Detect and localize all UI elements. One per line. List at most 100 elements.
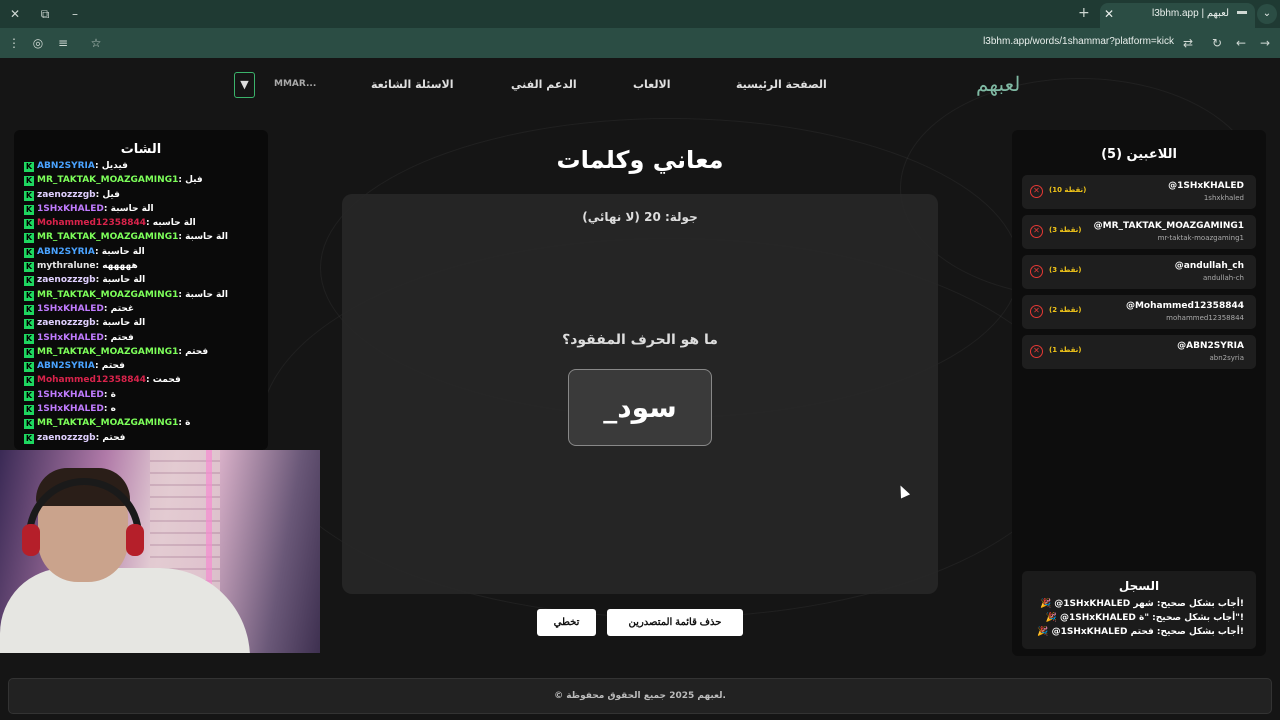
log-entry: 🎉 @1SHxKHALED أجاب بشكل صحيح: "ة"!	[1045, 613, 1244, 623]
player-score: (10 نقطة)	[1049, 186, 1087, 194]
chat-username[interactable]: zaenozzzgb	[37, 275, 96, 285]
user-name[interactable]: MMAR...	[274, 79, 316, 89]
chat-message: K MR_TAKTAK_MOAZGAMING1: فيل	[24, 175, 203, 187]
new-tab-button[interactable]: +	[1078, 5, 1090, 21]
chat-username[interactable]: 1SHxKHALED	[37, 304, 104, 314]
chat-username[interactable]: 1SHxKHALED	[37, 390, 104, 400]
chat-text: ة	[110, 389, 116, 400]
kick-icon: K	[24, 376, 34, 387]
player-username: abn2syria	[1209, 354, 1244, 362]
chat-message: Kzaenozzzgb: الة حاسبة	[24, 275, 146, 287]
bookmark-star-icon[interactable]: ☆	[88, 35, 104, 51]
chat-message: Kzaenozzzgb: فحتم	[24, 432, 126, 444]
remove-player-icon[interactable]: ✕	[1030, 185, 1043, 198]
browser-tab[interactable]: ✕ l3bhm.app | لعبهم	[1100, 3, 1255, 28]
chat-username[interactable]: ABN2SYRIA	[37, 247, 95, 257]
game-panel: جولة: 20 (لا نهائي) ما هو الحرف المفقود؟…	[342, 194, 938, 594]
player-name: @ABN2SYRIA	[1177, 341, 1244, 351]
chat-panel: الشات K ABN2SYRIA: فيديل K MR_TAKTAK_MOAZGA…	[14, 130, 268, 450]
streamer-webcam	[0, 450, 320, 653]
window-minimize-icon[interactable]: –	[66, 5, 84, 23]
kick-icon: K	[24, 433, 34, 444]
reading-list-icon[interactable]: ≡	[55, 35, 71, 51]
chat-username[interactable]: ABN2SYRIA	[37, 361, 95, 371]
chat-username[interactable]: MR_TAKTAK_MOAZGAMING1	[37, 175, 178, 185]
nav-link-faq[interactable]: الاسئلة الشائعة	[371, 78, 454, 91]
remove-player-icon[interactable]: ✕	[1030, 305, 1043, 318]
remove-player-icon[interactable]: ✕	[1030, 265, 1043, 278]
user-avatar[interactable]: ▼	[234, 72, 255, 98]
url-field[interactable]: l3bhm.app/words/1shammar?platform=kick	[983, 36, 1174, 47]
footer: © لعبهم 2025 جميع الحقوق محفوظة.	[8, 678, 1272, 714]
player-name: @MR_TAKTAK_MOAZGAMING1	[1093, 221, 1244, 231]
site-settings-icon[interactable]: ⇄	[1180, 35, 1196, 51]
chat-username[interactable]: ABN2SYRIA	[37, 161, 95, 171]
chat-username[interactable]: zaenozzzgb	[37, 190, 96, 200]
tab-close-icon[interactable]: ✕	[1104, 7, 1114, 21]
chat-username[interactable]: zaenozzzgb	[37, 433, 96, 443]
chat-username[interactable]: 1SHxKHALED	[37, 204, 104, 214]
chat-text: فحمت	[152, 375, 181, 386]
log-entry: 🎉 @1SHxKHALED أجاب بشكل صحيح: شهر!	[1039, 599, 1244, 609]
chat-text: ه	[110, 404, 116, 415]
player-name: @andullah_ch	[1174, 261, 1244, 271]
chat-message: K Mohammed12358844: آلة حاسبه	[24, 218, 196, 230]
kick-icon: K	[24, 390, 34, 401]
chat-text: آلة حاسبة	[185, 289, 228, 300]
chat-username[interactable]: MR_TAKTAK_MOAZGAMING1	[37, 290, 178, 300]
player-score: (3 نقطة)	[1049, 226, 1082, 234]
chat-text: آلة حاسبة	[102, 318, 146, 329]
remove-player-icon[interactable]: ✕	[1030, 225, 1043, 238]
chat-username[interactable]: MR_TAKTAK_MOAZGAMING1	[37, 347, 178, 357]
nav-link-home[interactable]: الصفحة الرئيسية	[736, 78, 827, 91]
kick-icon: K	[24, 219, 34, 230]
chat-username[interactable]: zaenozzzgb	[37, 318, 96, 328]
address-bar: ⋮ ◎ ≡ ☆ l3bhm.app/words/1shammar?platfor…	[0, 28, 1280, 58]
player-name: @1SHxKHALED	[1168, 181, 1244, 191]
chat-message: K 1SHxKHALED: فحتم	[24, 332, 134, 344]
window-restore-icon[interactable]: ⧉	[36, 5, 54, 23]
forward-icon[interactable]: →	[1257, 35, 1273, 51]
chat-username[interactable]: Mohammed12358844	[37, 375, 146, 385]
game-title: معاني وكلمات	[556, 146, 724, 174]
chat-username[interactable]: mythralune	[37, 261, 95, 271]
player-score: (3 نقطة)	[1049, 266, 1082, 274]
player-card: ✕ (2 نقطة) @Mohammed12358844 mohammed123588…	[1022, 295, 1256, 329]
chat-username[interactable]: 1SHxKHALED	[37, 404, 104, 414]
kick-icon: K	[24, 362, 34, 373]
tab-search-icon[interactable]: ⌄	[1257, 4, 1277, 24]
chat-text: غحتم	[110, 303, 135, 314]
chat-message: K 1SHxKHALED: غحتم	[24, 303, 135, 315]
chat-username[interactable]: 1SHxKHALED	[37, 333, 104, 343]
player-username: mr-taktak-moazgaming1	[1157, 234, 1244, 242]
reload-icon[interactable]: ↻	[1209, 35, 1225, 51]
chat-message: K ABN2SYRIA: فحتم	[24, 361, 125, 373]
chat-message-list: K ABN2SYRIA: فيديل K MR_TAKTAK_MOAZGAMING1:…	[24, 161, 264, 447]
window-close-icon[interactable]: ✕	[6, 5, 24, 23]
chat-text: ة	[185, 418, 191, 429]
clear-leaderboard-button[interactable]: حذف قائمة المتصدرين	[607, 609, 743, 636]
remove-player-icon[interactable]: ✕	[1030, 345, 1043, 358]
nav-link-games[interactable]: الالعاب	[633, 78, 671, 91]
nav-link-support[interactable]: الدعم الفني	[511, 78, 577, 91]
back-icon[interactable]: ←	[1233, 35, 1249, 51]
site-logo[interactable]: لعبهم	[976, 72, 1020, 96]
player-score: (2 نقطة)	[1049, 306, 1082, 314]
top-nav: لعبهم الصفحة الرئيسية الالعاب الدعم الفن…	[0, 58, 1280, 114]
menu-dots-icon[interactable]: ⋮	[6, 35, 22, 51]
chat-username[interactable]: MR_TAKTAK_MOAZGAMING1	[37, 232, 178, 242]
chat-text: فحتم	[110, 332, 134, 343]
chat-text: الة حاسبة	[110, 203, 154, 214]
player-card: ✕ (3 نقطة) @MR_TAKTAK_MOAZGAMING1 mr-taktak…	[1022, 215, 1256, 249]
player-username: 1shxkhaled	[1203, 194, 1244, 202]
chat-username[interactable]: Mohammed12358844	[37, 218, 146, 228]
chat-text: فحتم	[101, 361, 125, 372]
tab-title: l3bhm.app | لعبهم	[1151, 8, 1229, 19]
chat-message: Kmythralune: هههههه	[24, 261, 138, 273]
skip-button[interactable]: تخطي	[537, 609, 596, 636]
chat-message: K MR_TAKTAK_MOAZGAMING1: آلة حاسبة	[24, 289, 228, 301]
chat-username[interactable]: MR_TAKTAK_MOAZGAMING1	[37, 418, 178, 428]
profile-icon[interactable]: ◎	[30, 35, 46, 51]
player-score: (1 نقطة)	[1049, 346, 1082, 354]
kick-icon: K	[24, 347, 34, 358]
